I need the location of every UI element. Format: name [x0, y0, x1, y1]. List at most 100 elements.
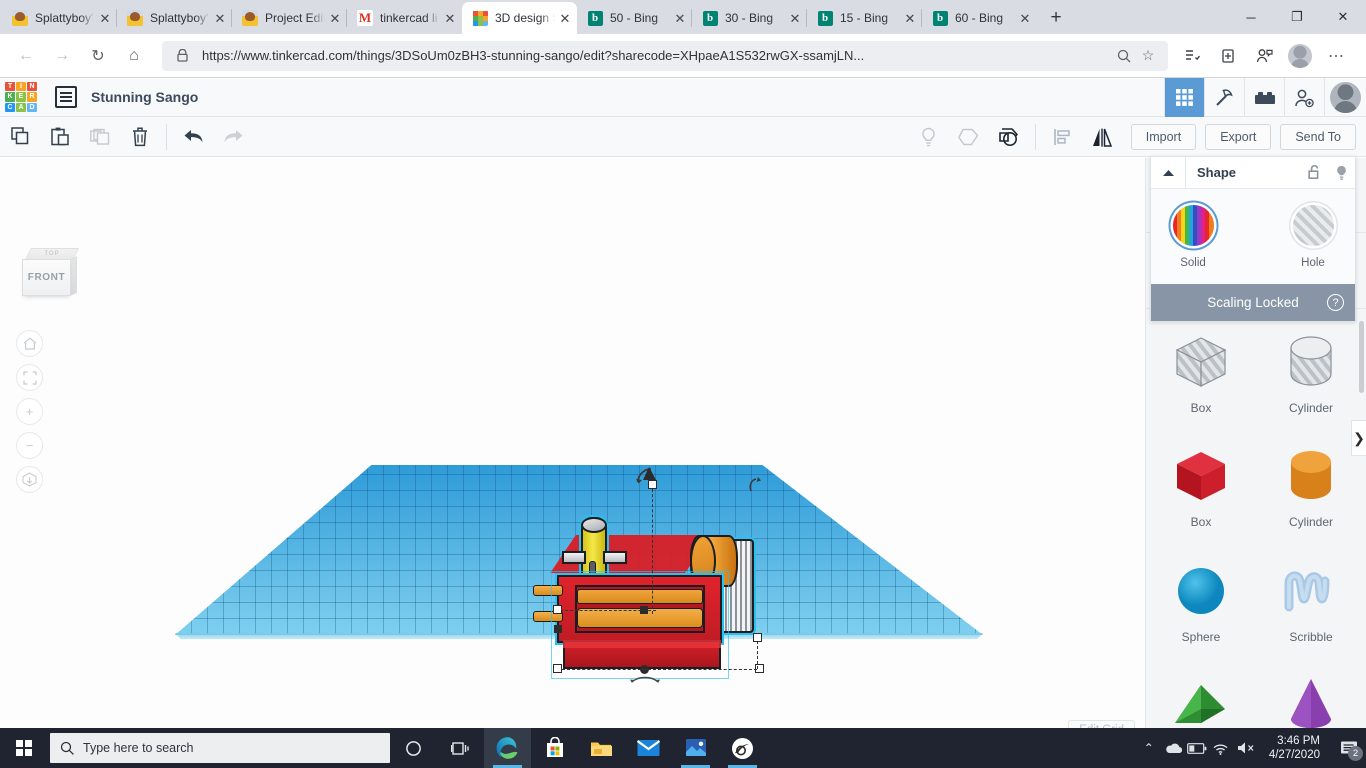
battery-icon[interactable]	[1185, 742, 1209, 754]
new-tab-button[interactable]: +	[1042, 4, 1070, 32]
orthographic-toggle-button[interactable]	[16, 466, 43, 493]
copy-icon[interactable]	[0, 117, 40, 157]
tab-close-button[interactable]: ✕	[327, 10, 343, 26]
shape-cylinder-hole[interactable]: Cylinder	[1256, 323, 1366, 425]
sidebar-scrollbar[interactable]	[1359, 321, 1364, 393]
browser-tab[interactable]: Splattyboy' ✕	[116, 2, 232, 34]
undo-icon[interactable]	[173, 117, 213, 157]
model-left-pin[interactable]	[562, 551, 586, 564]
zoom-out-button[interactable]: −	[16, 432, 43, 459]
browser-tab[interactable]: b 50 - Bing ✕	[577, 2, 692, 34]
ungroup-icon[interactable]	[989, 117, 1029, 157]
show-hidden-icons-button[interactable]: ⌃	[1137, 741, 1161, 755]
volume-muted-icon[interactable]	[1233, 741, 1261, 755]
design-viewport[interactable]: TOP FRONT + −	[0, 158, 1145, 768]
lightbulb-icon[interactable]	[909, 117, 949, 157]
invite-people-icon[interactable]	[1284, 78, 1324, 117]
browser-essentials-icon[interactable]	[1212, 40, 1244, 72]
settings-and-more-icon[interactable]: ⋯	[1320, 40, 1352, 72]
zoom-in-button[interactable]: +	[16, 398, 43, 425]
search-input[interactable]: Type here to search	[50, 733, 390, 763]
paste-icon[interactable]	[40, 117, 80, 157]
browser-tab[interactable]: M tinkercad li ✕	[346, 2, 462, 34]
tab-close-button[interactable]: ✕	[557, 10, 573, 26]
project-title[interactable]: Stunning Sango	[91, 89, 198, 105]
maximize-button[interactable]: ❐	[1274, 1, 1320, 33]
back-button[interactable]: ←	[10, 40, 42, 72]
address-bar[interactable]: https://www.tinkercad.com/things/3DSoUm0…	[162, 40, 1168, 71]
selected-3d-model[interactable]	[533, 467, 785, 691]
tab-close-button[interactable]: ✕	[212, 10, 228, 26]
shape-scribble[interactable]: Scribble	[1256, 552, 1366, 654]
notification-center-button[interactable]: 2	[1332, 728, 1366, 768]
redo-icon[interactable]	[213, 117, 253, 157]
hole-swatch[interactable]: Hole	[1271, 205, 1355, 271]
group-icon[interactable]	[949, 117, 989, 157]
close-window-button[interactable]: ✕	[1320, 1, 1366, 33]
rotate-handle-vertical-icon[interactable]	[635, 466, 665, 493]
browser-tab[interactable]: Splattyboy' ✕	[2, 2, 117, 34]
duplicate-icon[interactable]	[80, 117, 120, 157]
browser-tab[interactable]: b 30 - Bing ✕	[691, 2, 807, 34]
tab-close-button[interactable]: ✕	[442, 10, 458, 26]
edge-app[interactable]	[484, 728, 531, 768]
start-button[interactable]	[0, 728, 48, 768]
rotate-handle-side-icon[interactable]	[747, 476, 763, 499]
tinkercad-logo-icon[interactable]: T I N K E R C A D	[5, 82, 37, 112]
view-cube[interactable]: TOP FRONT	[22, 248, 79, 300]
browser-tab[interactable]: b 60 - Bing ✕	[921, 2, 1037, 34]
send-to-button[interactable]: Send To	[1280, 124, 1356, 150]
align-icon[interactable]	[1042, 117, 1082, 157]
delete-icon[interactable]	[120, 117, 160, 157]
apps-grid-icon[interactable]	[1164, 78, 1204, 117]
blocks-icon[interactable]	[1244, 78, 1284, 117]
tab-close-button[interactable]: ✕	[97, 10, 113, 26]
shape-box-hole[interactable]: Box	[1146, 323, 1256, 425]
onedrive-icon[interactable]	[1161, 742, 1185, 754]
home-button[interactable]: ⌂	[118, 40, 150, 72]
reload-button[interactable]: ↻	[82, 40, 114, 72]
collections-icon[interactable]	[1176, 40, 1208, 72]
shape-box[interactable]: Box	[1146, 437, 1256, 539]
help-icon[interactable]: ?	[1327, 294, 1344, 311]
paint3d-app[interactable]	[719, 728, 766, 768]
browser-profile-avatar[interactable]	[1284, 40, 1316, 72]
scale-handle-right[interactable]	[753, 633, 762, 642]
scale-handle-bottom-left[interactable]	[553, 664, 562, 673]
import-button[interactable]: Import	[1130, 124, 1197, 150]
favorite-star-icon[interactable]: ☆	[1136, 44, 1160, 68]
browser-tab-active[interactable]: 3D design S ✕	[462, 2, 577, 34]
tab-close-button[interactable]: ✕	[672, 10, 688, 26]
file-explorer-app[interactable]	[578, 728, 625, 768]
tab-close-button[interactable]: ✕	[787, 10, 803, 26]
wifi-icon[interactable]	[1209, 742, 1233, 755]
project-list-icon[interactable]	[55, 86, 77, 108]
view-cube-front-face[interactable]: FRONT	[22, 259, 71, 296]
task-view-button[interactable]	[437, 728, 484, 768]
cortana-button[interactable]	[390, 728, 437, 768]
mail-app[interactable]	[625, 728, 672, 768]
profile-share-icon[interactable]	[1248, 40, 1280, 72]
mirror-icon[interactable]	[1082, 117, 1122, 157]
scale-handle-left-lower[interactable]	[554, 625, 562, 633]
model-right-pin[interactable]	[603, 551, 627, 564]
browser-tab[interactable]: Project Edit ✕	[231, 2, 347, 34]
collapse-panel-button[interactable]	[1151, 156, 1186, 189]
unlock-icon[interactable]	[1301, 165, 1328, 180]
solid-swatch[interactable]: Solid	[1151, 205, 1235, 271]
tab-close-button[interactable]: ✕	[902, 10, 918, 26]
search-icon[interactable]	[1112, 44, 1136, 68]
rotate-handle-bottom-icon[interactable]	[630, 673, 660, 691]
forward-button[interactable]: →	[46, 40, 78, 72]
fit-to-view-button[interactable]	[16, 364, 43, 391]
tab-close-button[interactable]: ✕	[1017, 10, 1033, 26]
lightbulb-icon[interactable]	[1328, 165, 1355, 181]
user-avatar[interactable]	[1324, 78, 1366, 117]
collapse-sidebar-button[interactable]: ❯	[1351, 420, 1366, 456]
clock[interactable]: 3:46 PM 4/27/2020	[1261, 734, 1332, 762]
minimize-button[interactable]: ─	[1228, 1, 1274, 33]
microsoft-store-app[interactable]	[531, 728, 578, 768]
photos-app[interactable]	[672, 728, 719, 768]
export-button[interactable]: Export	[1205, 124, 1272, 150]
minecraft-pickaxe-icon[interactable]	[1204, 78, 1244, 117]
